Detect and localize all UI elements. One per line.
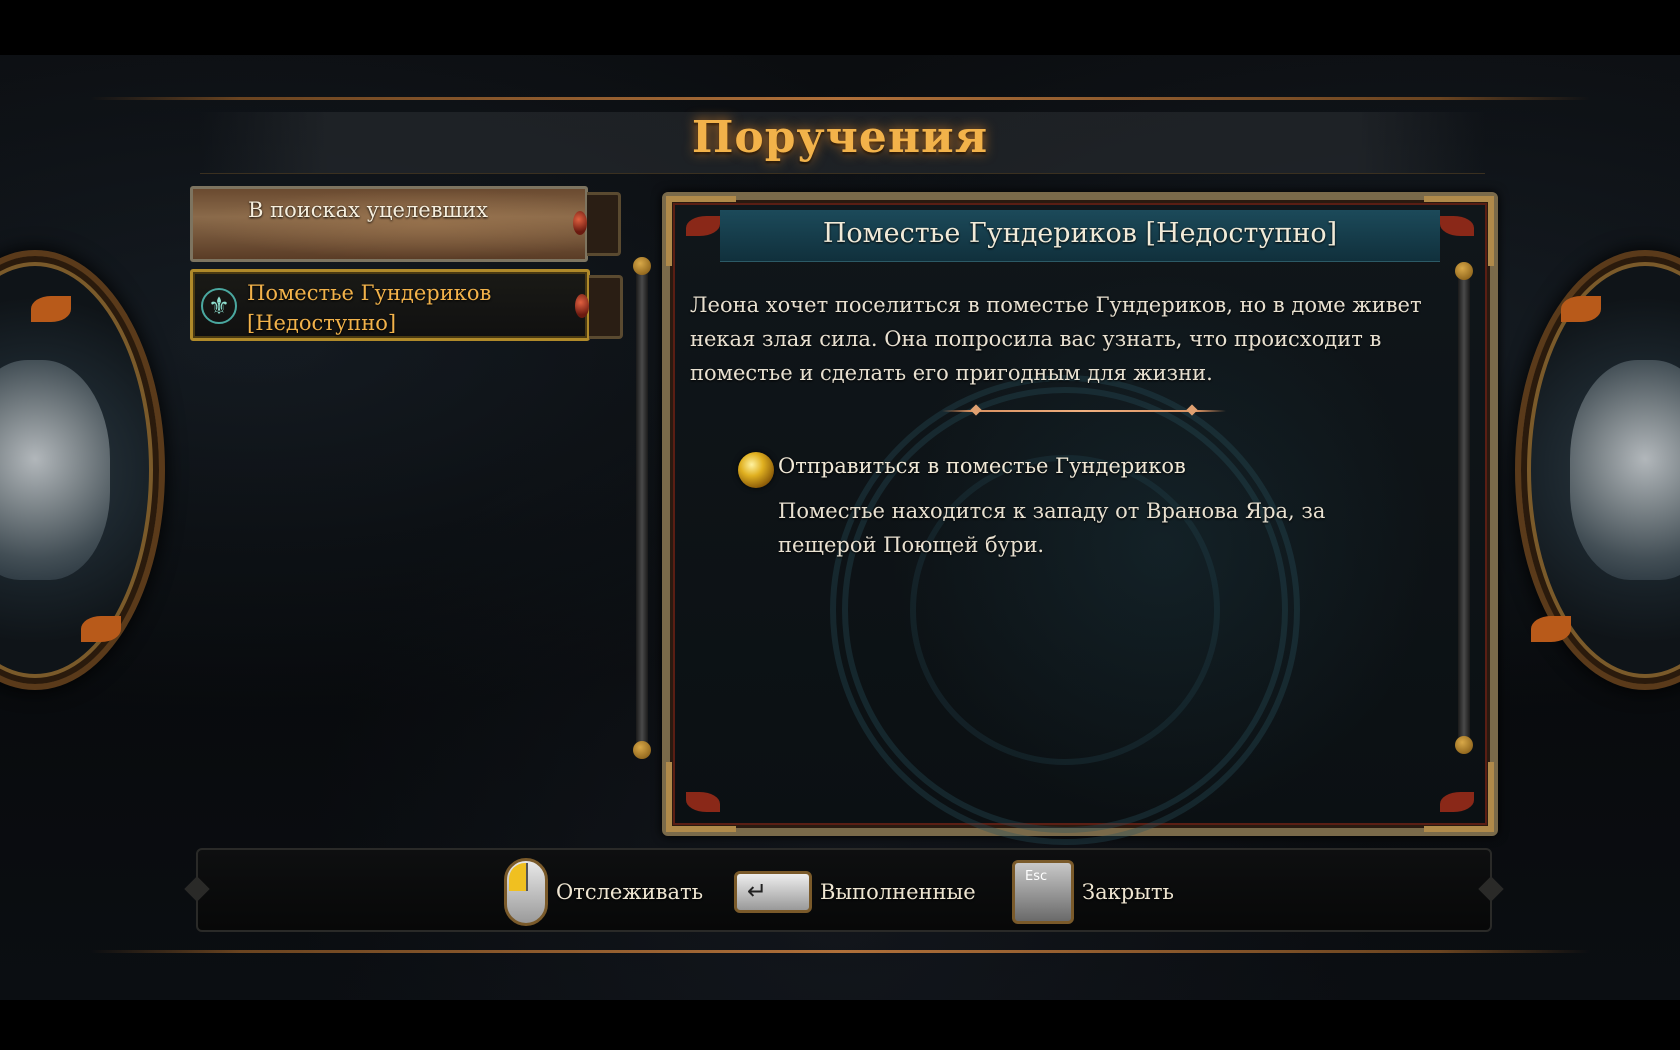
page-title: Поручения — [691, 112, 989, 163]
mouse-left-click-icon — [504, 858, 548, 926]
gem-icon — [575, 294, 589, 318]
gem-icon — [573, 211, 587, 235]
track-label: Отслеживать — [556, 880, 704, 904]
top-ornamental-rule — [90, 97, 1590, 100]
objective-description: Поместье находится к западу от Вранова Я… — [778, 499, 1326, 557]
detail-title: Поместье Гундериков [Недоступно] — [822, 218, 1338, 249]
quest-journal-screen: Поручения В поисках уцелевших ⚜ Поместье… — [0, 0, 1680, 1050]
corner-ornament — [666, 762, 736, 832]
enter-key-icon: ↵ — [734, 871, 812, 913]
quest-description: Леона хочет поселиться в поместье Гундер… — [690, 293, 1422, 385]
corner-ornament — [1424, 196, 1494, 266]
track-hint[interactable]: Отслеживать — [504, 858, 703, 926]
scrollbar-cap-bottom — [633, 741, 651, 759]
quest-label: В поисках уцелевших — [248, 198, 488, 222]
quest-list-item-selected[interactable]: ⚜ Поместье Гундериков [Недоступно] — [190, 269, 623, 341]
objective-orb-icon — [738, 452, 774, 488]
quest-label: Поместье Гундериков [Недоступно] — [247, 281, 492, 335]
quest-item-endcap — [587, 192, 621, 256]
quest-detail-panel: Поместье Гундериков [Недоступно] Леона х… — [662, 192, 1498, 845]
close-hint[interactable]: Esc Закрыть — [1012, 858, 1174, 926]
quest-list: В поисках уцелевших ⚜ Поместье Гундерико… — [190, 186, 630, 348]
detail-scrollbar[interactable] — [1455, 262, 1473, 754]
lion-head-icon — [1570, 360, 1680, 580]
corner-ornament — [666, 196, 736, 266]
quest-item-endcap — [589, 275, 623, 339]
leaf-ornament — [1561, 296, 1601, 322]
fleur-de-lis-icon: ⚜ — [201, 288, 237, 324]
scrollbar-cap-top — [1455, 262, 1473, 280]
scrollbar-cap-bottom — [1455, 736, 1473, 754]
scrollbar-cap-top — [633, 257, 651, 275]
quest-list-item[interactable]: В поисках уцелевших — [190, 186, 621, 262]
leaf-ornament — [1531, 616, 1571, 642]
bottom-ornamental-rule — [90, 950, 1590, 953]
close-label: Закрыть — [1082, 880, 1174, 904]
completed-hint[interactable]: ↵ Выполненные — [734, 858, 976, 926]
leaf-ornament — [81, 616, 121, 642]
quest-list-scrollbar[interactable] — [633, 257, 651, 759]
esc-key-icon: Esc — [1012, 860, 1074, 924]
completed-label: Выполненные — [820, 880, 976, 904]
leaf-ornament — [31, 296, 71, 322]
ornamental-divider — [942, 410, 1226, 412]
objective-title: Отправиться в поместье Гундериков — [778, 454, 1186, 478]
corner-ornament — [1424, 762, 1494, 832]
lion-head-icon — [0, 360, 110, 580]
